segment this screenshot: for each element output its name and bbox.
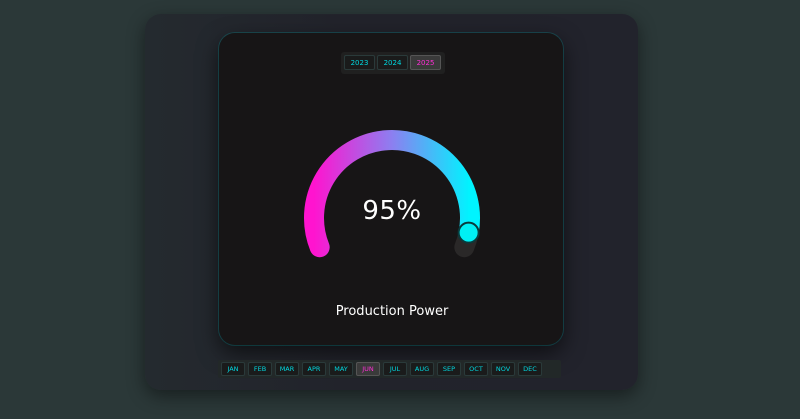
month-tab-jul[interactable]: JUL [383,362,407,376]
month-tab-mar[interactable]: MAR [275,362,299,376]
month-tab-nov[interactable]: NOV [491,362,515,376]
month-tab-aug[interactable]: AUG [410,362,434,376]
month-tab-feb[interactable]: FEB [248,362,272,376]
month-tab-jan[interactable]: JAN [221,362,245,376]
month-tab-dec[interactable]: DEC [518,362,542,376]
month-tab-oct[interactable]: OCT [464,362,488,376]
gauge-value-arc [304,130,480,258]
month-tab-apr[interactable]: APR [302,362,326,376]
month-tab-sep[interactable]: SEP [437,362,461,376]
month-selector: JAN FEB MAR APR MAY JUN JUL AUG SEP OCT NOV DEC [218,360,561,378]
month-tab-may[interactable]: MAY [329,362,353,376]
month-tab-jun[interactable]: JUN [356,362,380,376]
gauge-title: Production Power [335,304,449,319]
gauge-percentage: 95% [362,196,422,226]
production-gauge [304,130,480,258]
